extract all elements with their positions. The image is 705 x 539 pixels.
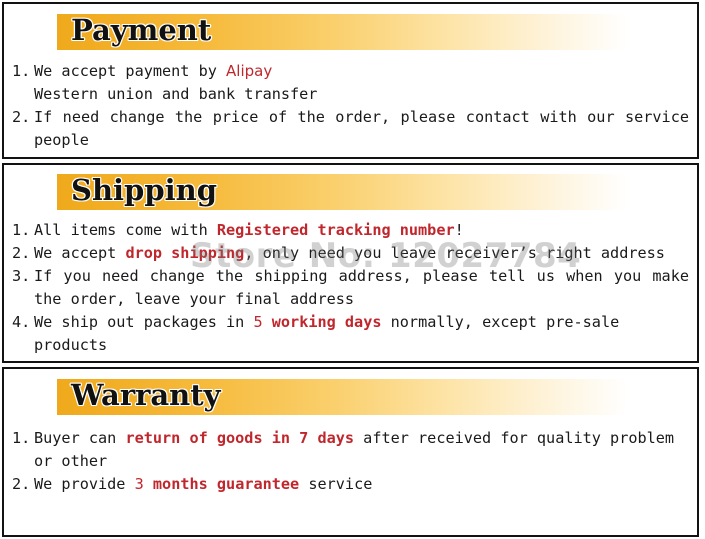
highlight-days-count: 5 [253,313,263,331]
list-item-number: 1. [12,62,31,80]
list-item-text: If need change the price of the order, p… [34,108,689,149]
list-item: 4. We ship out packages in 5 working day… [12,311,689,357]
list-item: 2. We provide 3 months guarantee service [12,473,689,496]
highlight-months-guarantee: months guarantee [152,475,300,493]
list-item-number: 3. [12,267,31,285]
list-item-text: We ship out packages in 5 working days n… [34,313,620,354]
highlight-return-policy: return of goods in 7 days [125,429,355,447]
list-item-number: 1. [12,221,31,239]
list-item-text: We accept drop shipping, only need you l… [34,244,665,262]
section-payment-banner: Payment [57,13,691,50]
section-payment-title: Payment [71,10,212,50]
section-warranty: Warranty 1. Buyer can return of goods in… [2,367,699,537]
highlight-drop-shipping: drop shipping [125,244,245,262]
list-item: 2. We accept drop shipping, only need yo… [12,242,689,265]
list-item-number: 2. [12,244,31,262]
section-payment-list: 1. We accept payment by Alipay Western un… [12,60,689,152]
list-item-number: 2. [12,108,31,126]
list-item-text: We provide 3 months guarantee service [34,475,373,493]
list-item: 1. We accept payment by Alipay Western un… [12,60,689,106]
section-payment-title-text: Payment [71,13,212,48]
highlight-months-count: 3 [134,475,144,493]
list-item-number: 2. [12,475,31,493]
highlight-working-days: working days [271,313,382,331]
list-item-text: All items come with Registered tracking … [34,221,464,239]
list-item-text: If you need change the shipping address,… [34,267,689,308]
section-warranty-list: 1. Buyer can return of goods in 7 days a… [12,427,689,496]
highlight-registered-tracking: Registered tracking number [216,221,455,239]
section-shipping-list: 1. All items come with Registered tracki… [12,219,689,357]
section-shipping-title-text: Shipping [71,173,218,208]
section-warranty-title-text: Warranty [71,378,221,413]
section-warranty-banner: Warranty [57,378,691,415]
list-item-number: 4. [12,313,31,331]
section-shipping-title: Shipping [71,170,218,210]
list-item: 1. All items come with Registered tracki… [12,219,689,242]
list-item: 3. If you need change the shipping addre… [12,265,689,311]
list-item-text: Buyer can return of goods in 7 days afte… [34,429,675,470]
list-item-text: We accept payment by Alipay Western union… [34,62,318,103]
alipay-label: Alipay [226,62,273,80]
section-payment: Payment 1. We accept payment by Alipay We… [2,2,699,159]
section-warranty-title: Warranty [71,375,221,415]
policy-info-page: Payment 1. We accept payment by Alipay We… [0,0,705,539]
section-shipping-banner: Shipping [57,173,691,210]
list-item-number: 1. [12,429,31,447]
section-shipping: Shipping 1. All items come with Register… [2,163,699,363]
list-item: 2. If need change the price of the order… [12,106,689,152]
list-item: 1. Buyer can return of goods in 7 days a… [12,427,689,473]
